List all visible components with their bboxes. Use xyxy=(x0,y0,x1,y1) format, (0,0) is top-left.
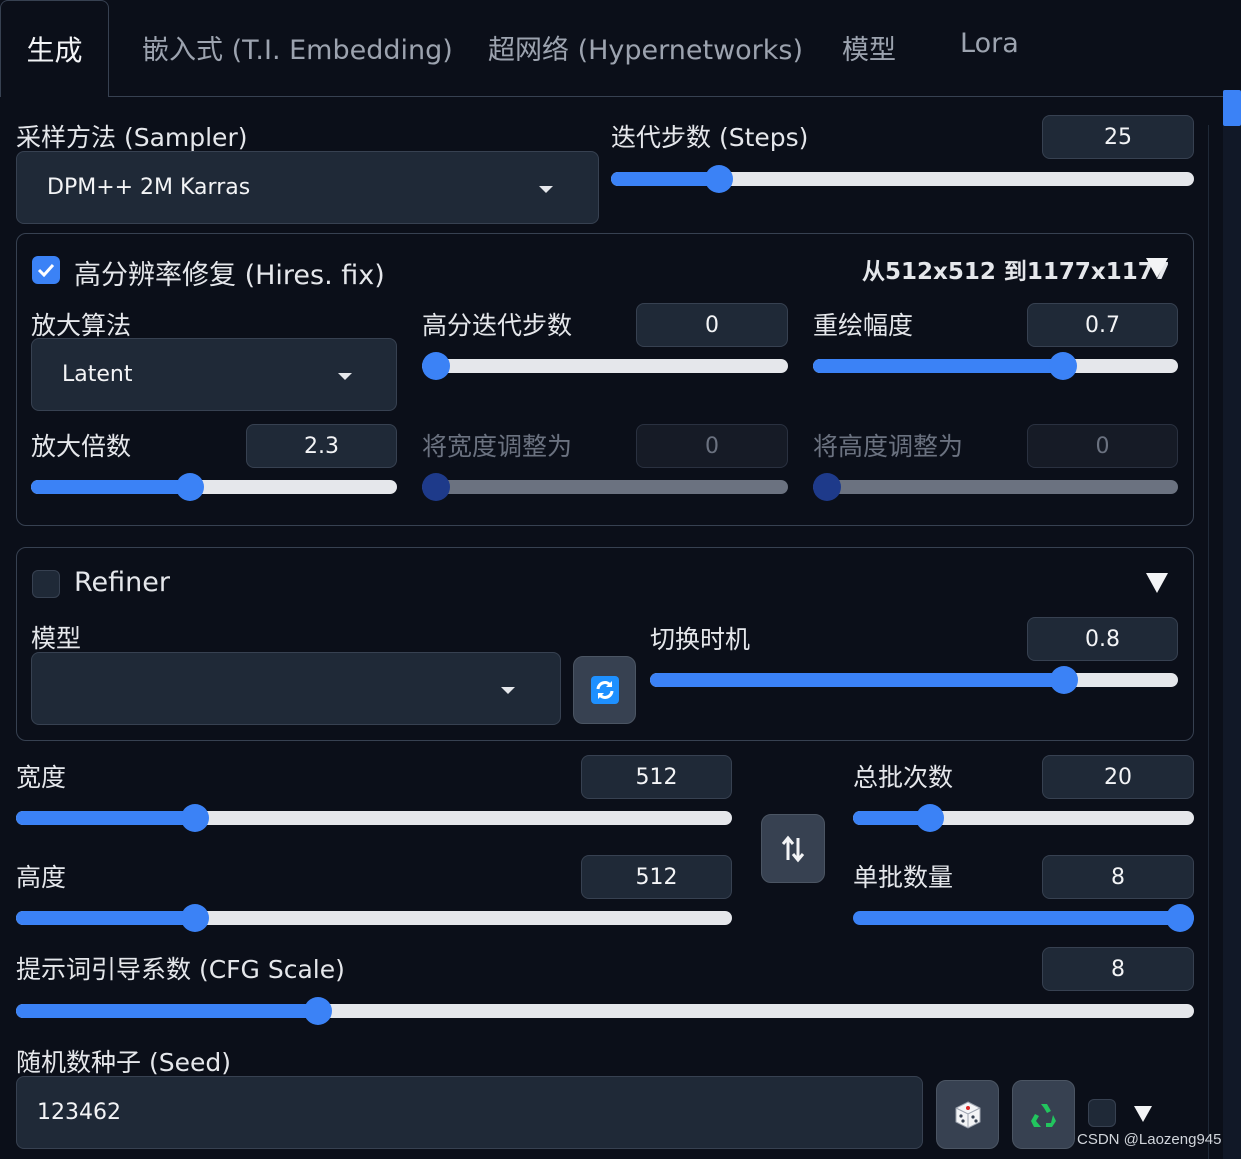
recycle-icon xyxy=(1030,1103,1056,1127)
batch-count-slider-fill xyxy=(853,811,922,825)
batch-size-slider-fill xyxy=(853,911,1194,925)
height-slider-thumb[interactable] xyxy=(181,904,210,932)
steps-label: 迭代步数 (Steps) xyxy=(611,123,809,152)
resize-width-slider-thumb xyxy=(422,473,450,501)
triangle-down-icon[interactable] xyxy=(1134,1106,1152,1122)
height-label: 高度 xyxy=(16,863,67,892)
cfg-label: 提示词引导系数 (CFG Scale) xyxy=(16,955,345,984)
upscale-by-slider-fill xyxy=(31,480,189,494)
hires-steps-label: 高分迭代步数 xyxy=(422,311,573,340)
dice-icon xyxy=(955,1100,980,1129)
caret-down-icon xyxy=(501,687,515,694)
swap-icon xyxy=(781,835,805,862)
seed-label: 随机数种子 (Seed) xyxy=(16,1048,231,1077)
scrollbar-thumb[interactable] xyxy=(1223,90,1241,126)
caret-down-icon xyxy=(338,373,352,380)
resize-height-input: 0 xyxy=(1027,424,1178,468)
watermark: CSDN @Laozeng945 xyxy=(1077,1131,1222,1148)
batch-count-slider-track[interactable] xyxy=(853,811,1194,825)
scrollbar-track[interactable] xyxy=(1223,90,1241,1159)
refiner-checkbox[interactable] xyxy=(32,570,60,598)
batch-count-input[interactable]: 20 xyxy=(1042,755,1194,799)
steps-input[interactable]: 25 xyxy=(1042,115,1194,159)
height-input[interactable]: 512 xyxy=(581,855,732,899)
height-slider-fill xyxy=(16,911,188,925)
resize-height-slider-thumb xyxy=(813,473,841,501)
width-input[interactable]: 512 xyxy=(581,755,732,799)
triangle-down-icon[interactable] xyxy=(1146,258,1168,278)
tab-lora[interactable]: Lora xyxy=(960,28,1019,59)
denoise-label: 重绘幅度 xyxy=(813,311,914,340)
extra-seed-checkbox[interactable] xyxy=(1088,1099,1116,1127)
tab-models[interactable]: 模型 xyxy=(842,28,896,67)
refresh-icon xyxy=(590,676,619,704)
batch-size-slider-track[interactable] xyxy=(853,911,1194,925)
upscale-by-slider-track[interactable] xyxy=(31,480,397,494)
width-slider-track[interactable] xyxy=(16,811,732,825)
upscale-by-input[interactable]: 2.3 xyxy=(246,424,397,468)
batch-count-slider-thumb[interactable] xyxy=(915,804,944,832)
tab-hypernetworks[interactable]: 超网络 (Hypernetworks) xyxy=(488,28,803,67)
steps-slider-thumb[interactable] xyxy=(705,165,734,193)
upscaler-dropdown[interactable]: Latent xyxy=(31,338,397,411)
cfg-slider-fill xyxy=(16,1004,311,1018)
tab-divider xyxy=(0,96,1241,97)
hires-steps-slider-track[interactable] xyxy=(422,359,788,373)
cfg-input[interactable]: 8 xyxy=(1042,947,1194,991)
upscaler-value: Latent xyxy=(62,362,133,387)
resize-height-label: 将高度调整为 xyxy=(813,432,964,461)
hires-checkbox[interactable] xyxy=(32,256,60,284)
hires-steps-slider-thumb[interactable] xyxy=(422,352,450,380)
batch-count-label: 总批次数 xyxy=(853,763,954,792)
upscaler-label: 放大算法 xyxy=(31,311,132,340)
random-seed-button[interactable] xyxy=(936,1080,999,1149)
cfg-slider-track[interactable] xyxy=(16,1004,1194,1018)
refiner-model-dropdown[interactable] xyxy=(31,652,561,725)
triangle-down-icon[interactable] xyxy=(1146,573,1168,593)
resize-width-slider-track xyxy=(422,480,788,494)
resize-height-slider-track xyxy=(813,480,1178,494)
hires-summary: 从512x512 到1177x1177 xyxy=(862,259,1170,285)
width-slider-fill xyxy=(16,811,188,825)
refiner-label: Refiner xyxy=(74,567,170,598)
caret-down-icon xyxy=(539,186,553,193)
steps-slider-track[interactable] xyxy=(611,172,1194,186)
denoise-slider-fill xyxy=(813,359,1069,373)
upscale-by-label: 放大倍数 xyxy=(31,432,132,461)
swap-dimensions-button[interactable] xyxy=(761,814,825,883)
width-label: 宽度 xyxy=(16,763,67,792)
batch-size-input[interactable]: 8 xyxy=(1042,855,1194,899)
denoise-input[interactable]: 0.7 xyxy=(1027,303,1178,347)
check-icon xyxy=(37,263,55,277)
denoise-slider-thumb[interactable] xyxy=(1048,352,1077,380)
batch-size-label: 单批数量 xyxy=(853,863,954,892)
resize-width-label: 将宽度调整为 xyxy=(422,432,573,461)
scroll-rail xyxy=(1208,125,1209,1159)
tab-embedding[interactable]: 嵌入式 (T.I. Embedding) xyxy=(142,28,453,67)
switch-at-slider-track[interactable] xyxy=(650,673,1178,687)
reuse-seed-button[interactable] xyxy=(1012,1080,1075,1149)
sampler-dropdown[interactable]: DPM++ 2M Karras xyxy=(16,151,599,224)
switch-at-slider-thumb[interactable] xyxy=(1050,666,1078,694)
hires-label: 高分辨率修复 (Hires. fix) xyxy=(74,260,385,291)
seed-input[interactable]: 123462 xyxy=(16,1076,923,1149)
switch-at-label: 切换时机 xyxy=(650,625,751,654)
width-slider-thumb[interactable] xyxy=(181,804,210,832)
sampler-value: DPM++ 2M Karras xyxy=(47,175,251,200)
switch-at-input[interactable]: 0.8 xyxy=(1027,617,1178,661)
cfg-slider-thumb[interactable] xyxy=(303,997,332,1025)
sampler-label: 采样方法 (Sampler) xyxy=(16,123,248,152)
refresh-models-button[interactable] xyxy=(573,656,636,724)
batch-size-slider-thumb[interactable] xyxy=(1166,904,1194,932)
height-slider-track[interactable] xyxy=(16,911,732,925)
denoise-slider-track[interactable] xyxy=(813,359,1178,373)
resize-width-input: 0 xyxy=(636,424,788,468)
tab-generate[interactable]: 生成 xyxy=(0,0,109,97)
hires-steps-input[interactable]: 0 xyxy=(636,303,788,347)
refiner-model-label: 模型 xyxy=(31,624,82,653)
steps-slider-fill xyxy=(611,172,711,186)
switch-at-slider-fill xyxy=(650,673,1073,687)
seed-value: 123462 xyxy=(37,1100,121,1125)
